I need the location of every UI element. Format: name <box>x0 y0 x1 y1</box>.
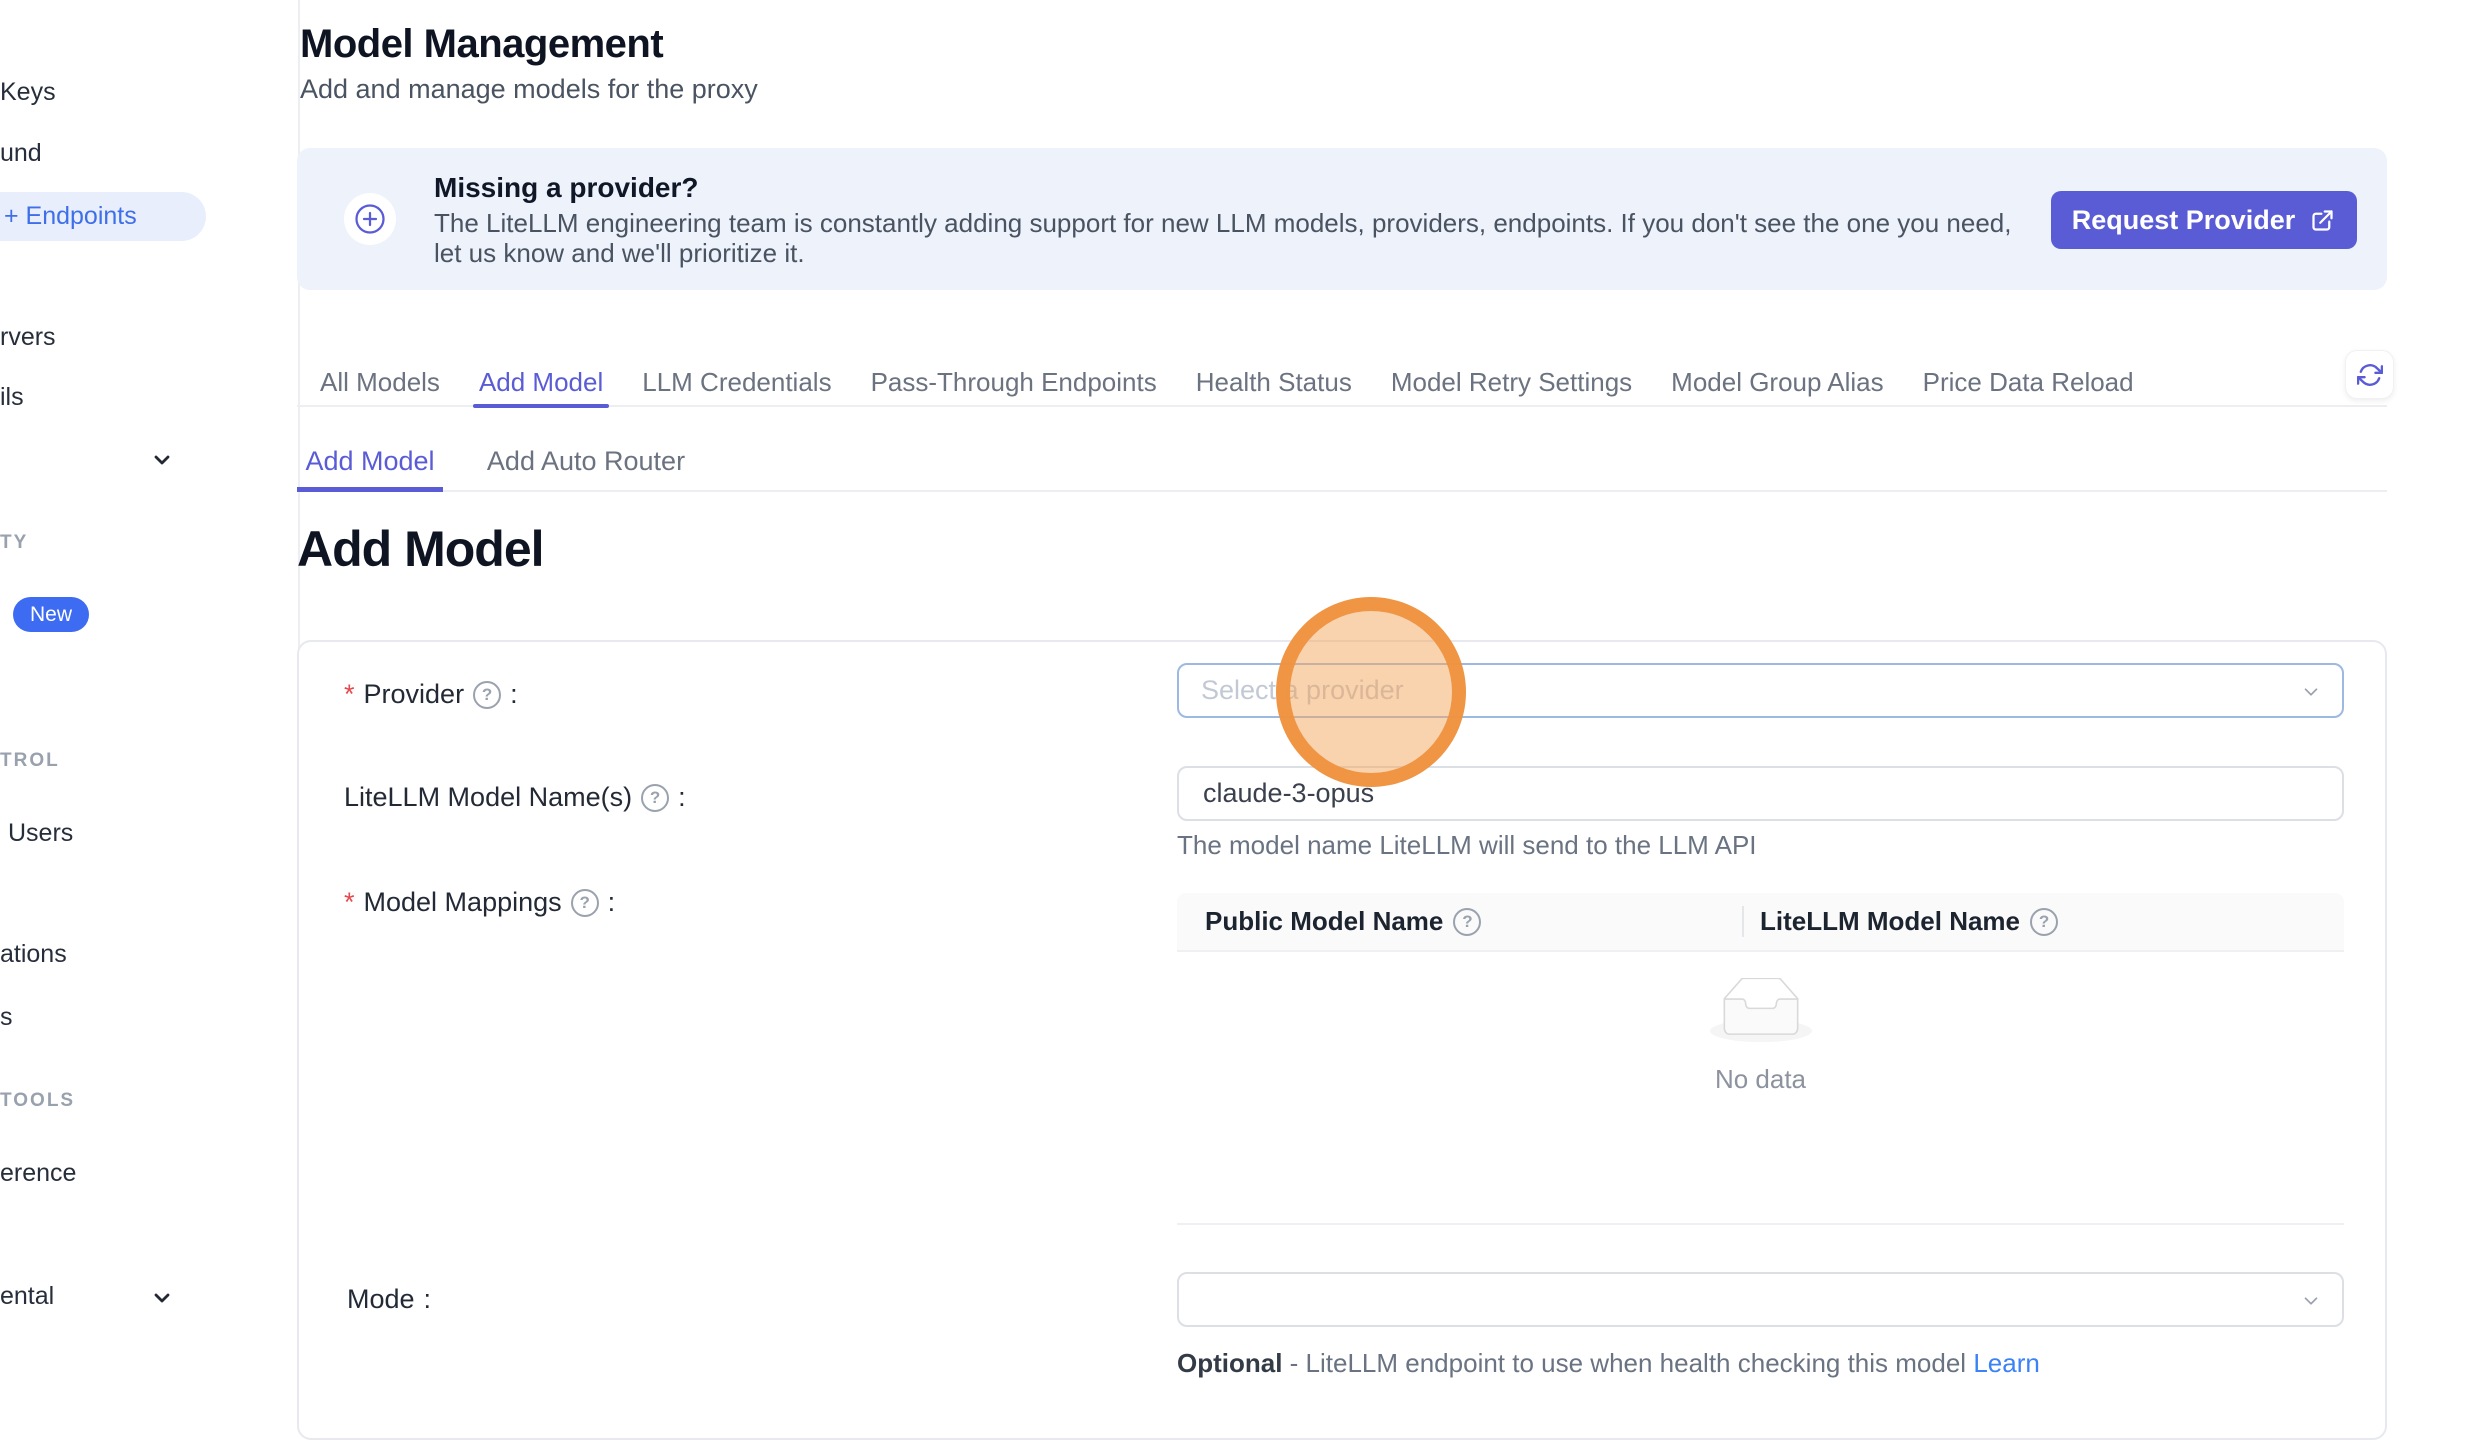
sidebar-item-endpoints[interactable]: + Endpoints <box>0 192 206 241</box>
sidebar-item-ations[interactable]: ations <box>0 940 67 969</box>
label-colon: : <box>424 1284 432 1315</box>
tab-add-model[interactable]: Add Model <box>473 361 609 406</box>
tab-price-data-reload[interactable]: Price Data Reload <box>1917 361 2140 406</box>
sidebar-item-s[interactable]: s <box>0 1003 13 1032</box>
mode-select[interactable] <box>1177 1272 2344 1327</box>
sidebar-item-endpoints-label: + Endpoints <box>4 202 137 231</box>
mode-help: Optional - LiteLLM endpoint to use when … <box>1177 1348 2040 1379</box>
empty-inbox-icon <box>1710 978 1812 1044</box>
model-name-help: The model name LiteLLM will send to the … <box>1177 830 1757 861</box>
chevron-down-icon <box>2300 1290 2322 1312</box>
help-icon[interactable]: ? <box>641 784 669 812</box>
form-heading: Add Model <box>297 520 544 578</box>
provider-placeholder: Select a provider <box>1179 675 1404 706</box>
add-model-subtabs: Add Model Add Auto Router <box>297 432 2387 492</box>
mode-help-text: - LiteLLM endpoint to use when health ch… <box>1282 1348 1973 1378</box>
tab-llm-credentials[interactable]: LLM Credentials <box>636 361 837 406</box>
provider-label: * Provider ? : <box>344 679 518 710</box>
sidebar-section-tools: TOOLS <box>0 1090 75 1112</box>
model-name-label-text: LiteLLM Model Name(s) <box>344 782 632 813</box>
required-mark: * <box>344 679 355 710</box>
provider-label-text: Provider <box>364 679 465 710</box>
page-title: Model Management <box>300 22 663 67</box>
provider-select[interactable]: Select a provider <box>1177 663 2344 718</box>
refresh-button[interactable] <box>2345 350 2394 399</box>
sidebar-section-trol: TROL <box>0 750 60 772</box>
sidebar-item-rvers[interactable]: rvers <box>0 323 56 352</box>
page-subtitle: Add and manage models for the proxy <box>300 74 758 105</box>
sidebar-item-users[interactable]: Users <box>8 819 73 848</box>
column-label: LiteLLM Model Name <box>1760 906 2020 937</box>
add-model-card: * Provider ? : Select a provider LiteLLM… <box>297 640 2387 1440</box>
sync-icon <box>2357 362 2383 388</box>
tab-all-models[interactable]: All Models <box>314 361 446 406</box>
help-icon[interactable]: ? <box>473 681 501 709</box>
tab-model-retry-settings[interactable]: Model Retry Settings <box>1385 361 1638 406</box>
model-mappings-label: * Model Mappings ? : <box>344 887 615 918</box>
chevron-down-icon[interactable] <box>150 1286 174 1310</box>
table-empty-state: No data <box>1177 952 2344 1225</box>
model-mappings-label-text: Model Mappings <box>364 887 562 918</box>
help-icon[interactable]: ? <box>1453 908 1481 936</box>
banner-title: Missing a provider? <box>434 172 699 204</box>
chevron-down-icon <box>2300 681 2322 703</box>
help-icon[interactable]: ? <box>2030 908 2058 936</box>
model-management-page: { "colors": { "accent": "#5a5cd6", "side… <box>0 0 2477 1385</box>
request-provider-button[interactable]: Request Provider <box>2051 191 2357 249</box>
label-colon: : <box>510 679 518 710</box>
chevron-down-icon[interactable] <box>150 448 174 472</box>
subtab-add-auto-router[interactable]: Add Auto Router <box>471 432 701 490</box>
sidebar: Keys und + Endpoints rvers ils TY New TR… <box>0 0 300 1385</box>
no-data-text: No data <box>1715 1064 1806 1095</box>
new-badge[interactable]: New <box>13 597 89 632</box>
table-header: Public Model Name ? LiteLLM Model Name ? <box>1177 893 2344 952</box>
model-mappings-table: Public Model Name ? LiteLLM Model Name ? <box>1177 893 2344 1225</box>
mode-label-text: Mode <box>347 1284 415 1315</box>
mode-label: Mode : <box>347 1284 431 1315</box>
sidebar-item-ils[interactable]: ils <box>0 383 24 412</box>
mode-help-prefix: Optional <box>1177 1348 1282 1378</box>
request-provider-label: Request Provider <box>2072 205 2296 236</box>
sidebar-item-ental[interactable]: ental <box>0 1282 54 1311</box>
column-divider <box>1742 906 1744 937</box>
learn-link[interactable]: Learn <box>1973 1348 2040 1378</box>
column-public-model-name: Public Model Name ? <box>1177 906 1742 937</box>
sidebar-section-ty: TY <box>0 532 28 554</box>
tab-health-status[interactable]: Health Status <box>1190 361 1358 406</box>
external-link-icon <box>2309 207 2336 234</box>
circle-plus-icon <box>344 193 396 245</box>
model-tabs: All Models Add Model LLM Credentials Pas… <box>297 362 2387 407</box>
sidebar-item-keys[interactable]: Keys <box>0 78 56 107</box>
help-icon[interactable]: ? <box>571 889 599 917</box>
sidebar-item-erence[interactable]: erence <box>0 1159 76 1188</box>
sidebar-item-und[interactable]: und <box>0 139 42 168</box>
column-label: Public Model Name <box>1205 906 1443 937</box>
tab-model-group-alias[interactable]: Model Group Alias <box>1665 361 1889 406</box>
tab-pass-through-endpoints[interactable]: Pass-Through Endpoints <box>865 361 1163 406</box>
banner-body: The LiteLLM engineering team is constant… <box>434 208 2044 268</box>
label-colon: : <box>608 887 616 918</box>
model-name-value: claude-3-opus <box>1179 778 1374 809</box>
model-name-label: LiteLLM Model Name(s) ? : <box>344 782 686 813</box>
required-mark: * <box>344 887 355 918</box>
model-name-input[interactable]: claude-3-opus <box>1177 766 2344 821</box>
label-colon: : <box>678 782 686 813</box>
column-litellm-model-name: LiteLLM Model Name ? <box>1742 906 2058 937</box>
subtab-add-model[interactable]: Add Model <box>297 432 443 490</box>
